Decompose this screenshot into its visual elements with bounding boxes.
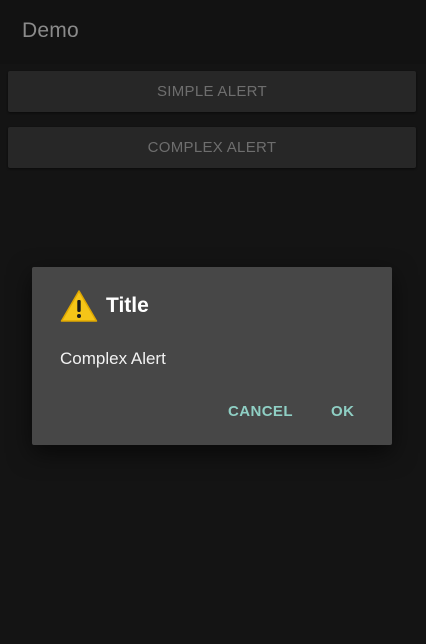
cancel-button[interactable]: CANCEL <box>228 403 293 420</box>
dialog-title: Title <box>106 294 149 317</box>
dialog-header: Title <box>60 289 149 323</box>
app-screen: Demo SIMPLE ALERT COMPLEX ALERT Title Co… <box>0 0 426 644</box>
ok-button[interactable]: OK <box>331 403 354 420</box>
warning-icon <box>60 290 98 322</box>
dialog-message: Complex Alert <box>60 349 166 368</box>
alert-dialog: Title Complex Alert CANCEL OK <box>32 267 392 445</box>
